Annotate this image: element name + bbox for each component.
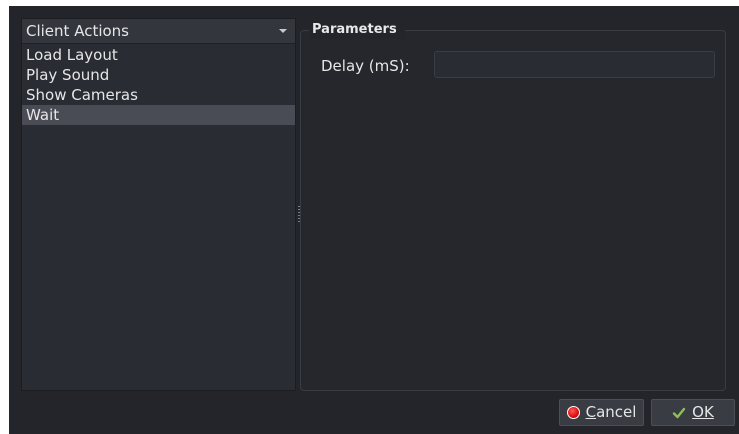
parameters-title: Parameters xyxy=(309,21,405,39)
cancel-label-rest: ancel xyxy=(596,403,637,421)
ok-label-rest: K xyxy=(703,403,714,421)
delay-input[interactable] xyxy=(434,51,715,78)
ok-button[interactable]: OK xyxy=(651,399,735,426)
cancel-button[interactable]: Cancel xyxy=(559,399,644,426)
action-item-label: Wait xyxy=(26,106,60,124)
action-item-label: Show Cameras xyxy=(26,86,138,104)
action-item-label: Load Layout xyxy=(26,46,118,64)
parameters-group xyxy=(300,30,726,391)
cancel-icon xyxy=(566,406,580,419)
ok-mnemonic: O xyxy=(692,403,704,421)
dialog-window: Client Actions Load Layout Play Sound Sh… xyxy=(9,6,739,434)
action-item-label: Play Sound xyxy=(26,66,110,84)
checkmark-icon xyxy=(672,406,686,420)
action-item-wait[interactable]: Wait xyxy=(22,105,295,125)
action-item-load-layout[interactable]: Load Layout xyxy=(22,45,295,65)
ok-button-label: OK xyxy=(692,400,714,425)
action-item-show-cameras[interactable]: Show Cameras xyxy=(22,85,295,105)
chevron-down-icon xyxy=(279,29,287,33)
cancel-button-label: Cancel xyxy=(586,400,637,425)
category-dropdown-value: Client Actions xyxy=(26,22,129,40)
delay-label: Delay (mS): xyxy=(321,57,410,75)
cancel-mnemonic: C xyxy=(585,403,597,421)
action-panel: Client Actions Load Layout Play Sound Sh… xyxy=(21,18,296,391)
category-dropdown[interactable]: Client Actions xyxy=(22,19,295,44)
action-item-play-sound[interactable]: Play Sound xyxy=(22,65,295,85)
action-list: Load Layout Play Sound Show Cameras Wait xyxy=(22,45,295,125)
